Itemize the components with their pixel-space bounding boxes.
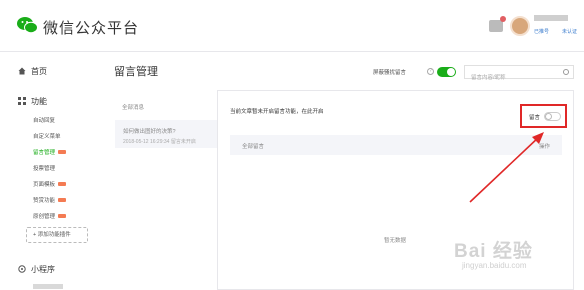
article-meta: 2018-05-12 16:29:34 留言未开启 [123, 138, 196, 145]
notification-dot [500, 16, 506, 22]
sidebar-section-miniprogram[interactable]: 小程序 [18, 264, 55, 275]
sidebar-item-label: 自动回复 [33, 118, 56, 124]
new-badge [58, 150, 67, 154]
toggle-knob [447, 68, 455, 76]
search-input[interactable] [465, 72, 555, 84]
account-name[interactable] [534, 15, 568, 21]
sidebar-item-placeholder[interactable] [33, 284, 63, 289]
column-all-comments: 全部留言 [242, 144, 265, 150]
account-verify-link[interactable]: 未认证 [562, 28, 577, 35]
account-status-link[interactable]: 已推号 [534, 28, 549, 35]
watermark-url: jingyan.baidu.com [462, 261, 527, 270]
sidebar-item-label: 自定义菜单 [33, 134, 61, 140]
sidebar-item-label: 赞赏功能 [33, 198, 56, 204]
article-date: 2018-05-12 16:29:34 [123, 139, 170, 145]
sidebar-item-auto-reply[interactable]: 自动回复 [33, 116, 55, 124]
add-plugin-button[interactable]: + 添加功能插件 [26, 227, 88, 243]
empty-state-text: 暂无数据 [384, 238, 407, 244]
brand-title[interactable]: 微信公众平台 [43, 17, 139, 38]
new-badge [58, 214, 67, 218]
top-bar: 微信公众平台 已推号 未认证 [0, 0, 584, 52]
sidebar-item-label: 首页 [31, 67, 47, 76]
article-status: 留言未开启 [170, 139, 196, 145]
sidebar-item-label: 原创管理 [33, 214, 56, 220]
sidebar-item-original-management[interactable]: 原创管理 [33, 212, 67, 220]
sidebar: 首页 功能 自动回复 自定义菜单 留言管理 投票管理 页面模板 赞赏功能 原创管… [0, 52, 100, 290]
comment-toggle[interactable] [544, 112, 561, 121]
table-header: 全部留言 操作 [230, 135, 562, 155]
comment-toggle-label: 留言 [529, 115, 541, 121]
home-icon [18, 67, 26, 75]
column-operations: 操作 [538, 144, 550, 150]
sidebar-item-page-template[interactable]: 页面模板 [33, 180, 67, 188]
sidebar-item-custom-menu[interactable]: 自定义菜单 [33, 132, 61, 140]
list-item[interactable]: 如何做出图好的决策? 2018-05-12 16:29:34 留言未开启 [115, 120, 217, 148]
sidebar-section-label: 功能 [31, 97, 47, 106]
sidebar-item-vote-management[interactable]: 投票管理 [33, 164, 55, 172]
miniprogram-icon [18, 265, 26, 273]
sidebar-item-label: 投票管理 [33, 166, 56, 172]
grid-icon [18, 97, 26, 105]
watermark: Bai 经验 jingyan.baidu.com [454, 236, 578, 276]
toggle-knob [545, 113, 552, 120]
sidebar-section-label: 小程序 [31, 265, 55, 274]
sidebar-item-reward[interactable]: 赞赏功能 [33, 196, 67, 204]
message-icon[interactable] [489, 20, 503, 32]
help-icon[interactable]: ? [427, 68, 434, 75]
sidebar-item-comment-management[interactable]: 留言管理 [33, 148, 67, 156]
all-messages-tab[interactable]: 全部消息 [122, 103, 144, 111]
search-icon[interactable] [563, 69, 569, 75]
avatar[interactable] [510, 16, 530, 36]
page-title: 留言管理 [114, 66, 158, 78]
watermark-logo: Bai 经验 [454, 241, 533, 262]
article-title: 如何做出图好的决策? [123, 129, 176, 135]
sidebar-item-label: 留言管理 [33, 150, 56, 156]
sidebar-item-home[interactable]: 首页 [18, 66, 47, 77]
comment-notice: 当前文章暂未开启留言功能，在此开启 [230, 109, 324, 115]
article-list: 全部消息 如何做出图好的决策? 2018-05-12 16:29:34 留言未开… [114, 90, 218, 290]
wechat-logo-icon[interactable] [16, 16, 38, 34]
new-badge [58, 198, 67, 202]
search-box[interactable] [464, 65, 574, 84]
new-badge [58, 182, 67, 186]
block-spam-label: 屏蔽骚扰留言 [373, 70, 407, 76]
block-spam-toggle[interactable] [437, 67, 456, 77]
sidebar-item-label: 页面模板 [33, 182, 56, 188]
sidebar-section-function[interactable]: 功能 [18, 96, 47, 107]
